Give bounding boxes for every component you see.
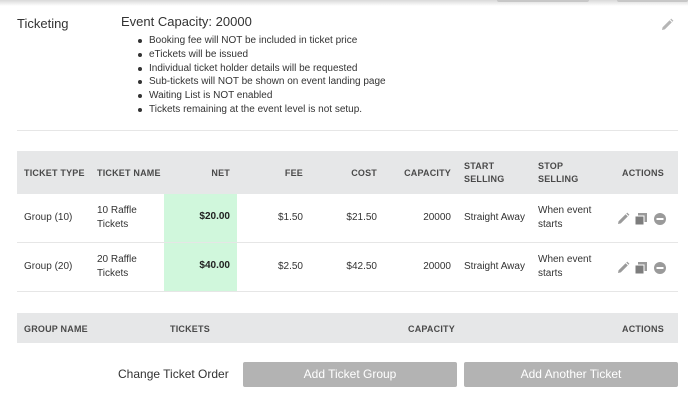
header-fee: FEE <box>284 168 303 178</box>
ticket-groups-table-header: GROUP NAME TICKETS CAPACITY ACTIONS <box>17 313 678 343</box>
ticket-capacity: 20000 <box>423 212 451 223</box>
ticket-net: $40.00 <box>199 260 230 271</box>
tickets-table-header: TICKET TYPE TICKET NAME NET FEE COST CAP… <box>17 151 678 194</box>
pencil-icon[interactable] <box>616 212 630 226</box>
remove-icon[interactable] <box>653 212 667 226</box>
copy-icon[interactable] <box>634 261 648 275</box>
copy-icon[interactable] <box>634 212 648 226</box>
note-item: eTickets will be issued <box>136 48 386 62</box>
note-item: Booking fee will NOT be included in tick… <box>136 34 386 48</box>
edit-ticketing-pencil-icon[interactable] <box>660 18 674 32</box>
header-ticket-type: TICKET TYPE <box>24 168 85 178</box>
change-ticket-order-link[interactable]: Change Ticket Order <box>118 367 229 381</box>
remove-icon[interactable] <box>653 261 667 275</box>
note-item: Waiting List is NOT enabled <box>136 89 386 103</box>
ticket-type: Group (10) <box>24 212 73 223</box>
tickets-table: TICKET TYPE TICKET NAME NET FEE COST CAP… <box>17 151 678 292</box>
note-item: Sub-tickets will NOT be shown on event l… <box>136 75 386 89</box>
header-actions: ACTIONS <box>622 168 664 178</box>
ticket-stop-line1: When event <box>538 254 592 265</box>
ticket-name-line1: 20 Raffle <box>97 254 137 265</box>
header-stop-line2: SELLING <box>538 174 579 184</box>
ticket-type: Group (20) <box>24 261 73 272</box>
ticket-fee: $2.50 <box>277 261 303 272</box>
header-start-line1: START <box>464 161 495 171</box>
event-capacity-title: Event Capacity: 20000 <box>121 14 252 29</box>
note-item: Tickets remaining at the event level is … <box>136 103 386 117</box>
header-capacity: CAPACITY <box>404 168 451 178</box>
header-group-actions: ACTIONS <box>622 324 664 334</box>
header-group-capacity: CAPACITY <box>408 324 455 334</box>
ticket-stop-line2: starts <box>538 268 563 279</box>
ticket-fee: $1.50 <box>277 212 303 223</box>
ticket-name-line1: 10 Raffle <box>97 205 137 216</box>
ticket-capacity: 20000 <box>423 261 451 272</box>
ticketing-notes-list: Booking fee will NOT be included in tick… <box>136 34 386 117</box>
header-ticket-name: TICKET NAME <box>97 168 161 178</box>
table-row: Group (20) 20 Raffle Tickets $40.00 $2.5… <box>17 243 678 292</box>
ticket-start-selling: Straight Away <box>464 212 525 223</box>
note-item: Individual ticket holder details will be… <box>136 62 386 76</box>
ticket-cost: $21.50 <box>346 212 377 223</box>
top-button-partial-2[interactable] <box>617 0 688 2</box>
ticket-stop-line2: starts <box>538 219 563 230</box>
ticket-start-selling: Straight Away <box>464 261 525 272</box>
ticket-name-line2: Tickets <box>97 219 129 230</box>
table-row: Group (10) 10 Raffle Tickets $20.00 $1.5… <box>17 194 678 243</box>
header-net: NET <box>211 168 230 178</box>
header-start-line2: SELLING <box>464 174 505 184</box>
add-another-ticket-button[interactable]: Add Another Ticket <box>464 362 678 387</box>
ticket-net: $20.00 <box>199 211 230 222</box>
header-group-name: GROUP NAME <box>24 324 88 334</box>
section-label: Ticketing <box>17 16 69 31</box>
top-button-partial[interactable] <box>497 0 589 2</box>
add-ticket-group-button[interactable]: Add Ticket Group <box>243 362 457 387</box>
ticket-stop-line1: When event <box>538 205 592 216</box>
divider <box>17 130 678 131</box>
pencil-icon[interactable] <box>616 261 630 275</box>
ticket-name-line2: Tickets <box>97 268 129 279</box>
header-cost: COST <box>351 168 377 178</box>
header-stop-line1: STOP <box>538 161 564 171</box>
header-tickets: TICKETS <box>170 324 210 334</box>
ticket-cost: $42.50 <box>346 261 377 272</box>
